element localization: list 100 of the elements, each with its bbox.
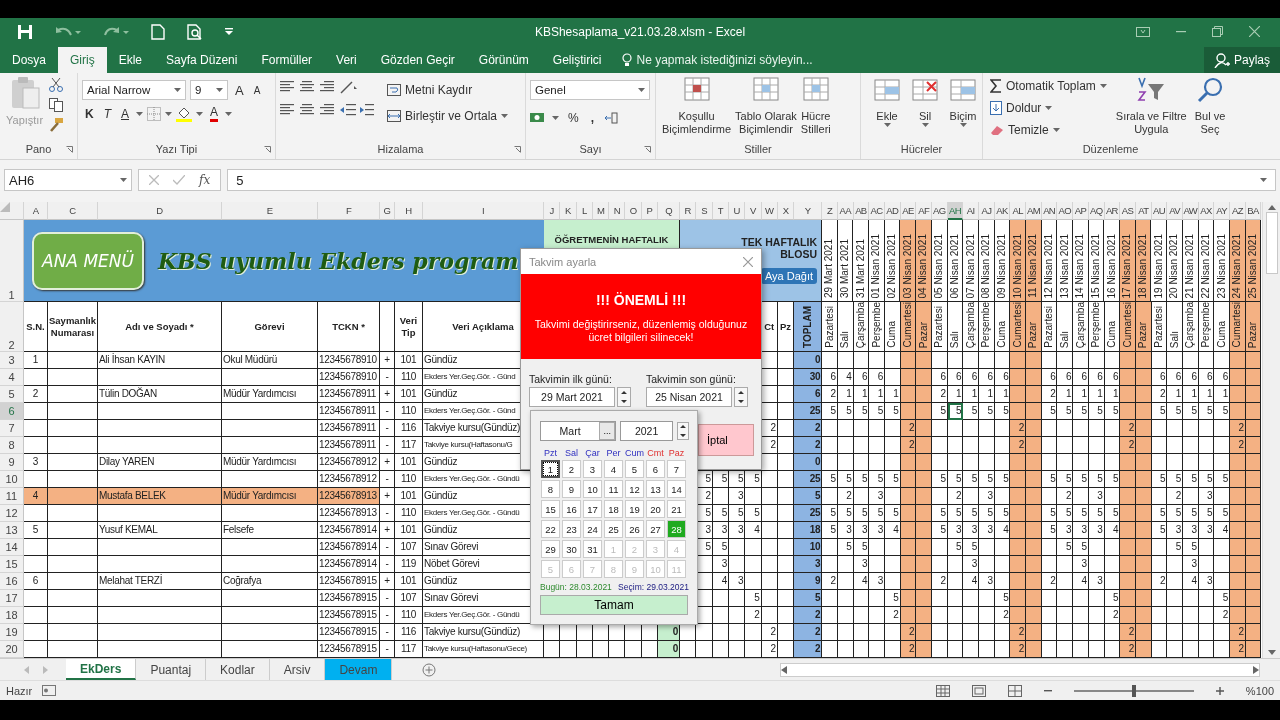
dialog-launcher-icon[interactable] [264, 146, 271, 153]
underline-button[interactable]: A [118, 104, 133, 124]
calendar-day[interactable]: 6 [646, 460, 665, 478]
row-header[interactable]: 1 [0, 220, 24, 302]
percent-button[interactable]: % [565, 108, 582, 128]
calendar-day[interactable]: 15 [541, 500, 560, 518]
align-bottom-icon[interactable] [320, 81, 334, 93]
sheet-tab[interactable]: EkDers [66, 659, 137, 680]
macro-record-icon[interactable] [42, 685, 57, 696]
format-painter-icon[interactable] [49, 118, 64, 132]
horizontal-scrollbar[interactable] [780, 662, 1260, 677]
calendar-day[interactable]: 25 [604, 520, 623, 538]
row-header[interactable]: 5 [0, 386, 24, 403]
calendar-day[interactable]: 24 [583, 520, 602, 538]
ribbon-tab[interactable]: Dosya [0, 47, 58, 73]
ribbon-tab[interactable]: Formüller [249, 47, 325, 73]
calendar-day[interactable]: 2 [562, 460, 581, 478]
row-header[interactable]: 8 [0, 437, 24, 454]
calendar-day[interactable]: 23 [562, 520, 581, 538]
lightbulb-icon[interactable] [621, 52, 632, 68]
decimal-icon[interactable] [603, 111, 619, 125]
calendar-day[interactable]: 3 [583, 460, 602, 478]
caret-icon[interactable] [136, 112, 144, 116]
calendar-day[interactable]: 11 [604, 480, 623, 498]
customize-icon[interactable] [225, 27, 233, 36]
row-header[interactable]: 19 [0, 624, 24, 641]
cells-button[interactable]: Ekle [871, 76, 903, 127]
caret-icon[interactable] [552, 116, 559, 120]
grow-font-button[interactable]: A [232, 80, 247, 100]
calendar-day[interactable]: 8 [541, 480, 560, 498]
start-date-field[interactable]: 29 Mart 2021 [529, 387, 615, 407]
align-middle-icon[interactable] [300, 81, 314, 93]
ribbon-tab[interactable]: Veri [324, 47, 369, 73]
cut-icon[interactable] [49, 78, 64, 92]
shrink-font-button[interactable]: A [250, 80, 264, 100]
row-header[interactable]: 9 [0, 454, 24, 471]
comma-style-button[interactable]: , [587, 108, 597, 128]
cells-button[interactable]: Sil [909, 76, 941, 127]
scroll-right-icon[interactable] [1253, 665, 1259, 674]
end-date-field[interactable]: 25 Nisan 2021 [646, 387, 732, 407]
zoom-slider-thumb[interactable] [1131, 684, 1136, 697]
spinner-icon[interactable] [617, 387, 631, 407]
scroll-up-icon[interactable] [1267, 204, 1276, 210]
share-button[interactable]: Paylaş [1203, 47, 1280, 73]
row-header[interactable]: 15 [0, 556, 24, 573]
ribbon-tab[interactable]: Gözden Geçir [368, 47, 467, 73]
cancel-button[interactable]: İptal [698, 424, 754, 456]
row-header[interactable]: 7 [0, 420, 24, 437]
orientation-icon[interactable] [340, 80, 358, 94]
sort-filter-button[interactable]: Sırala ve Filtre Uygula [1113, 76, 1189, 136]
calendar-day[interactable]: 14 [667, 480, 686, 498]
formula-field[interactable]: 5 [227, 169, 1276, 191]
row-header[interactable]: 10 [0, 471, 24, 488]
calendar-day[interactable]: 16 [562, 500, 581, 518]
calendar-day[interactable]: 1 [541, 460, 560, 478]
merge-center-button[interactable]: Birleştir ve Ortala [384, 106, 512, 126]
ribbon-tab[interactable]: Ekle [106, 47, 155, 73]
wrap-text-button[interactable]: Metni Kaydır [384, 80, 512, 100]
page-break-icon[interactable] [1007, 684, 1022, 697]
calendar-day[interactable]: 29 [541, 540, 560, 558]
restore-icon[interactable] [1212, 26, 1223, 37]
styles-button[interactable]: Koşullu Biçimlendirme [660, 76, 734, 136]
row-header[interactable]: 17 [0, 590, 24, 607]
styles-button[interactable]: Tablo Olarak Biçimlendir [733, 76, 799, 136]
italic-button[interactable]: T [100, 104, 114, 124]
sheet-tab[interactable]: Devam [325, 659, 393, 680]
page-layout-icon[interactable] [971, 684, 986, 697]
row-header[interactable]: 4 [0, 369, 24, 386]
calendar-day[interactable]: 13 [646, 480, 665, 498]
scroll-down-icon[interactable] [1267, 650, 1276, 656]
calendar-day[interactable]: 18 [604, 500, 623, 518]
styles-button[interactable]: Hücre Stilleri [798, 76, 833, 136]
currency-icon[interactable] [530, 111, 546, 125]
calendar-day[interactable]: 22 [541, 520, 560, 538]
calendar-day[interactable]: 26 [625, 520, 644, 538]
row-header[interactable]: 3 [0, 352, 24, 369]
spinner-icon[interactable] [677, 422, 689, 440]
month-field[interactable]: Mart ... [540, 421, 617, 441]
caret-icon[interactable] [225, 112, 233, 116]
autosum-button[interactable]: Otomatik Toplam [987, 76, 1110, 96]
caret-icon[interactable] [196, 112, 204, 116]
calendar-day[interactable]: 12 [625, 480, 644, 498]
indent-icon[interactable] [340, 104, 374, 116]
fill-button[interactable]: Doldur [987, 98, 1110, 118]
row-header[interactable]: 11 [0, 488, 24, 505]
font-size-field[interactable]: 9 [190, 80, 228, 100]
ribbon-tab[interactable]: Görünüm [466, 47, 541, 73]
name-box[interactable]: AH6 [4, 169, 132, 191]
normal-view-icon[interactable] [935, 684, 950, 697]
print-preview-icon[interactable] [187, 23, 203, 40]
calendar-day[interactable]: 10 [583, 480, 602, 498]
minimize-icon[interactable] [1176, 30, 1186, 33]
calendar-day[interactable]: 19 [625, 500, 644, 518]
find-select-button[interactable]: Bul ve Seç [1192, 76, 1228, 136]
row-header[interactable]: 13 [0, 522, 24, 539]
row-header[interactable]: 16 [0, 573, 24, 590]
year-field[interactable]: 2021 [620, 421, 673, 441]
zoom-in-icon[interactable] [1215, 686, 1224, 695]
close-icon[interactable] [743, 256, 753, 267]
vertical-scrollbar[interactable] [1262, 202, 1280, 658]
